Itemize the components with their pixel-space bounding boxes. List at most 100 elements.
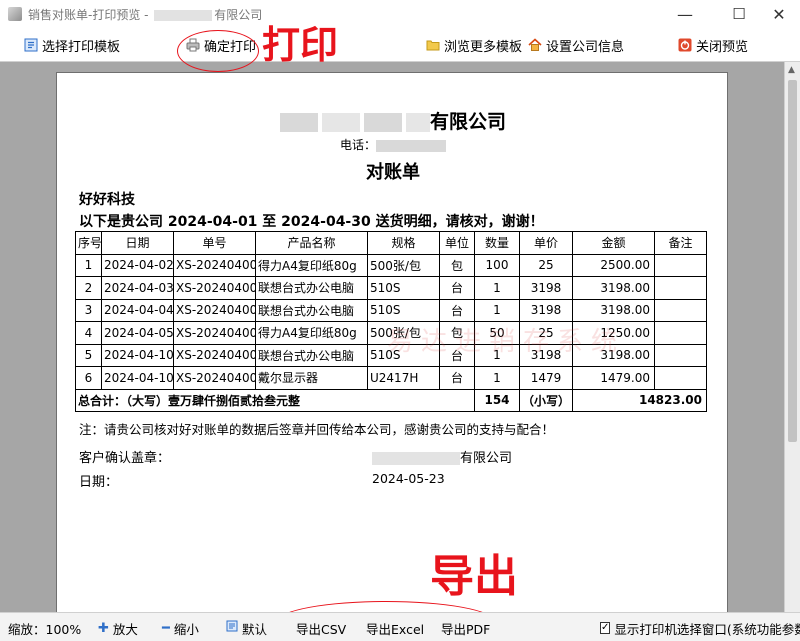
total-row: 总合计：（大写）壹万肆仟捌佰贰拾叁元整 154 （小写） 14823.00 xyxy=(75,388,707,412)
column-header: 单位 xyxy=(439,231,475,255)
cell-qty: 1 xyxy=(474,276,520,300)
cell-product: 戴尔显示器 xyxy=(255,366,368,390)
show-printer-dialog-toggle[interactable]: ✓ 显示打印机选择窗口(系统功能参数 xyxy=(600,620,800,636)
cell-date: 2024-04-10 xyxy=(101,366,174,390)
cell-amount: 2500.00 xyxy=(572,253,655,277)
cell-product: 联想台式办公电脑 xyxy=(255,276,368,300)
cell-product: 得力A4复印纸80g xyxy=(255,321,368,345)
redacted-block xyxy=(405,113,430,132)
close-preview-button[interactable]: 关闭预览 xyxy=(678,36,748,55)
cell-remark xyxy=(654,298,707,322)
cell-remark xyxy=(654,366,707,390)
company-phone: 电话： xyxy=(57,136,729,153)
page-icon xyxy=(226,620,238,636)
print-page: 有限公司 电话： 对账单 好好科技 以下是贵公司 2024-04-01 至 20… xyxy=(56,72,728,612)
cell-qty: 100 xyxy=(474,253,520,277)
redacted-block xyxy=(154,9,213,21)
total-label: 总合计：（大写）壹万肆仟捌佰贰拾叁元整 xyxy=(75,388,475,412)
minimize-button[interactable]: — xyxy=(662,0,708,28)
export-excel-button[interactable]: 导出Excel xyxy=(366,620,424,637)
cell-price: 25 xyxy=(519,253,573,277)
cell-product: 得力A4复印纸80g xyxy=(255,253,368,277)
check-icon: ✓ xyxy=(601,622,610,633)
zoom-out-button[interactable]: ━ 缩小 xyxy=(162,620,199,637)
column-header: 备注 xyxy=(654,231,707,255)
cell-remark xyxy=(654,253,707,277)
scroll-up-icon[interactable]: ▲ xyxy=(788,65,795,75)
template-icon xyxy=(24,38,38,52)
column-header: 金额 xyxy=(572,231,655,255)
table-row: 6 2024-04-10 XS-202404006 戴尔显示器 U2417H 台… xyxy=(75,366,707,390)
zoom-in-button[interactable]: ✚ 放大 xyxy=(98,620,138,637)
cell-order: XS-202404006 xyxy=(173,366,256,390)
close-window-button[interactable]: ✕ xyxy=(756,0,800,28)
cell-order: XS-202404002 xyxy=(173,276,256,300)
cell-date: 2024-04-05 xyxy=(101,321,174,345)
table-header-row: 序号 日期 单号 产品名称 规格 单位 数量 单价 金额 备注 xyxy=(75,231,707,255)
table-row: 2 2024-04-03 XS-202404002 联想台式办公电脑 510S … xyxy=(75,276,707,300)
cell-product: 联想台式办公电脑 xyxy=(255,343,368,367)
scrollbar-thumb[interactable] xyxy=(788,80,797,442)
close-icon: ✕ xyxy=(772,4,786,24)
cell-no: 4 xyxy=(75,321,102,345)
cell-unit: 台 xyxy=(439,298,475,322)
print-preview-area[interactable]: 有限公司 电话： 对账单 好好科技 以下是贵公司 2024-04-01 至 20… xyxy=(0,62,800,612)
column-header: 规格 xyxy=(367,231,440,255)
cell-amount: 3198.00 xyxy=(572,298,655,322)
column-header: 产品名称 xyxy=(255,231,368,255)
redacted-block xyxy=(376,139,446,152)
zoom-level: 缩放：100% xyxy=(8,621,82,637)
cell-no: 5 xyxy=(75,343,102,367)
cell-remark xyxy=(654,276,707,300)
company-settings-button[interactable]: 设置公司信息 xyxy=(528,36,624,55)
cell-spec: 510S xyxy=(367,298,440,322)
total-qty: 154 xyxy=(474,388,520,412)
cell-no: 6 xyxy=(75,366,102,390)
cell-order: XS-202404006 xyxy=(173,343,256,367)
table-row: 1 2024-04-02 XS-202404001 得力A4复印纸80g 500… xyxy=(75,253,707,277)
toolbar: 选择打印模板 确定打印 浏览更多模板 设置公司信息 关闭预览 xyxy=(0,28,800,62)
cell-no: 2 xyxy=(75,276,102,300)
cell-spec: U2417H xyxy=(367,366,440,390)
power-icon xyxy=(678,38,692,52)
default-zoom-button[interactable]: 默认 xyxy=(226,620,267,637)
minus-icon: ━ xyxy=(162,620,170,636)
maximize-icon: ☐ xyxy=(732,5,746,23)
cell-price: 3198 xyxy=(519,298,573,322)
checkbox[interactable]: ✓ xyxy=(600,622,611,634)
cell-unit: 台 xyxy=(439,276,475,300)
cell-order: XS-202404001 xyxy=(173,253,256,277)
cell-no: 1 xyxy=(75,253,102,277)
cell-price: 3198 xyxy=(519,276,573,300)
vertical-scrollbar[interactable]: ▲ xyxy=(784,62,800,612)
total-amount: 14823.00 xyxy=(572,388,707,412)
cell-order: XS-202404004 xyxy=(173,321,256,345)
cell-remark xyxy=(654,321,707,345)
redacted-block xyxy=(279,113,318,132)
redacted-block xyxy=(363,113,402,132)
cell-remark xyxy=(654,343,707,367)
export-csv-button[interactable]: 导出CSV xyxy=(296,620,346,637)
export-pdf-button[interactable]: 导出PDF xyxy=(441,620,490,637)
print-annotation: 打印 xyxy=(262,23,339,67)
cell-qty: 1 xyxy=(474,298,520,322)
watermark: 易达进销存系统 xyxy=(387,327,626,357)
sign-label: 客户确认盖章： xyxy=(79,451,171,466)
cell-qty: 1 xyxy=(474,366,520,390)
choose-template-button[interactable]: 选择打印模板 xyxy=(24,36,120,55)
cell-date: 2024-04-02 xyxy=(101,253,174,277)
cell-order: XS-202404003 xyxy=(173,298,256,322)
cell-amount: 3198.00 xyxy=(572,276,655,300)
home-icon xyxy=(528,38,542,52)
statement-note: 注：请贵公司核对好对账单的数据后签章并回传给本公司，感谢贵公司的支持与配合！ xyxy=(79,422,555,437)
document-title: 对账单 xyxy=(366,162,420,183)
browse-templates-button[interactable]: 浏览更多模板 xyxy=(426,36,522,55)
total-small-label: （小写） xyxy=(519,388,573,412)
cell-date: 2024-04-10 xyxy=(101,343,174,367)
statement-intro: 以下是贵公司 2024-04-01 至 2024-04-30 送货明细，请核对，… xyxy=(79,214,544,230)
cell-unit: 包 xyxy=(439,253,475,277)
column-header: 数量 xyxy=(474,231,520,255)
column-header: 单价 xyxy=(519,231,573,255)
column-header: 序号 xyxy=(75,231,102,255)
cell-price: 1479 xyxy=(519,366,573,390)
